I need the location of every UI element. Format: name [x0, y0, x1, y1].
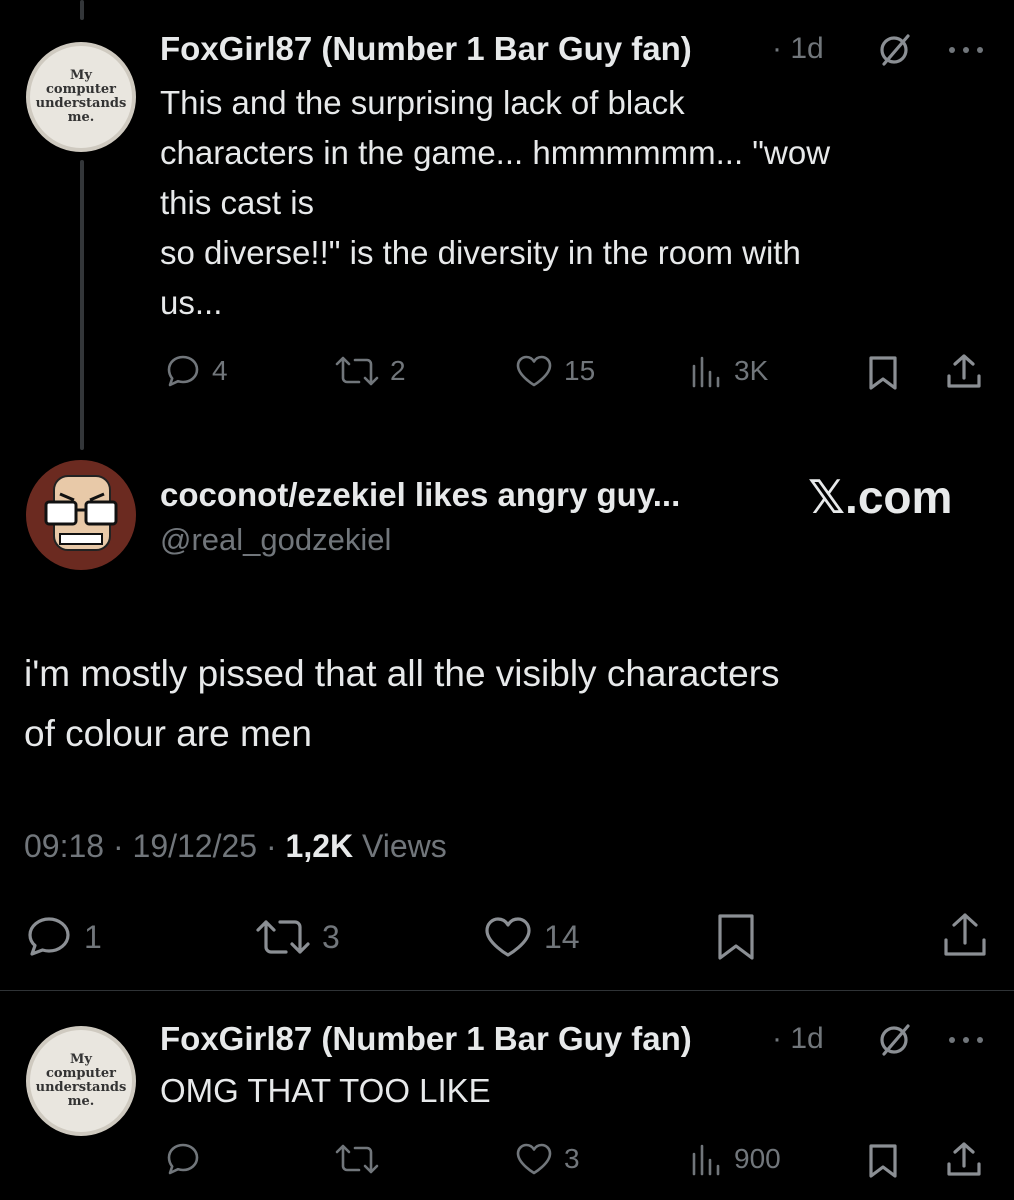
like-count: 14 — [544, 918, 580, 955]
share-icon[interactable] — [944, 352, 984, 392]
share-icon[interactable] — [944, 1140, 984, 1180]
reply-icon — [167, 1143, 199, 1175]
post-time[interactable]: · 1d — [772, 1022, 824, 1056]
view-count: 900 — [734, 1143, 781, 1174]
tweet-text: OMG THAT TOO LIKE — [160, 1072, 491, 1109]
tweet-text: i'm mostly pissed that all the visibly c… — [24, 653, 780, 754]
like-count: 15 — [564, 355, 596, 386]
reply-button[interactable]: 1 — [24, 914, 102, 960]
repost-button[interactable]: 2 — [334, 352, 406, 390]
tweet-text: This and the surprising lack of black ch… — [160, 84, 831, 321]
repost-icon — [256, 920, 310, 954]
like-button[interactable]: 14 — [482, 914, 580, 960]
repost-count: 3 — [322, 918, 340, 955]
more-options-icon[interactable] — [946, 44, 986, 56]
views-count: 1,2K — [285, 828, 354, 864]
author-name[interactable]: FoxGirl87 (Number 1 Bar Guy fan) — [160, 1020, 692, 1058]
repost-icon — [335, 356, 379, 386]
avatar[interactable]: My computer understands me. — [26, 1026, 136, 1136]
repost-button[interactable]: 3 — [254, 914, 340, 960]
repost-button[interactable] — [334, 1140, 390, 1178]
heart-icon — [485, 917, 531, 957]
views-button[interactable]: 3K — [688, 352, 768, 390]
bookmark-icon[interactable] — [714, 912, 758, 962]
reply-icon — [167, 355, 199, 387]
grok-icon[interactable] — [876, 1022, 912, 1058]
views-button[interactable]: 900 — [688, 1140, 781, 1178]
reply-icon — [28, 917, 70, 956]
reply-button[interactable] — [164, 1140, 212, 1178]
reply-count: 1 — [84, 918, 102, 955]
heart-icon — [516, 355, 552, 387]
author-name[interactable]: FoxGirl87 (Number 1 Bar Guy fan) — [160, 30, 692, 68]
bookmark-icon[interactable] — [866, 1142, 900, 1180]
timestamp[interactable]: 09:18 · 19/12/25 · — [24, 828, 277, 864]
avatar-label: My computer understands me. — [35, 1052, 127, 1109]
avatar[interactable]: My computer understands me. — [26, 42, 136, 152]
analytics-icon — [692, 1144, 720, 1176]
like-button[interactable]: 3 — [514, 1140, 580, 1178]
repost-count: 2 — [390, 355, 406, 386]
thread-line — [80, 160, 84, 450]
like-count: 3 — [564, 1143, 580, 1174]
author-handle[interactable]: @real_godzekiel — [160, 522, 391, 558]
author-name[interactable]: coconot/ezekiel likes angry guy... — [160, 476, 680, 514]
heart-icon — [516, 1143, 552, 1175]
timestamp-row: 09:18 · 19/12/25 · 1,2K Views — [24, 828, 447, 865]
view-count: 3K — [734, 355, 769, 386]
more-options-icon[interactable] — [946, 1034, 986, 1046]
like-button[interactable]: 15 — [514, 352, 595, 390]
reply-count: 4 — [212, 355, 228, 386]
reply-button[interactable]: 4 — [164, 352, 228, 390]
share-icon[interactable] — [940, 910, 990, 960]
watermark: 𝕏.com — [808, 471, 953, 523]
avatar-label: My computer understands me. — [35, 68, 127, 125]
grok-icon[interactable] — [876, 32, 912, 68]
avatar[interactable] — [24, 458, 138, 572]
analytics-icon — [692, 356, 720, 388]
divider — [0, 990, 1014, 991]
thread-line-top — [80, 0, 84, 20]
post-time[interactable]: · 1d — [772, 32, 824, 66]
repost-icon — [335, 1144, 379, 1174]
views-label: Views — [362, 828, 447, 864]
bookmark-icon[interactable] — [866, 354, 900, 392]
